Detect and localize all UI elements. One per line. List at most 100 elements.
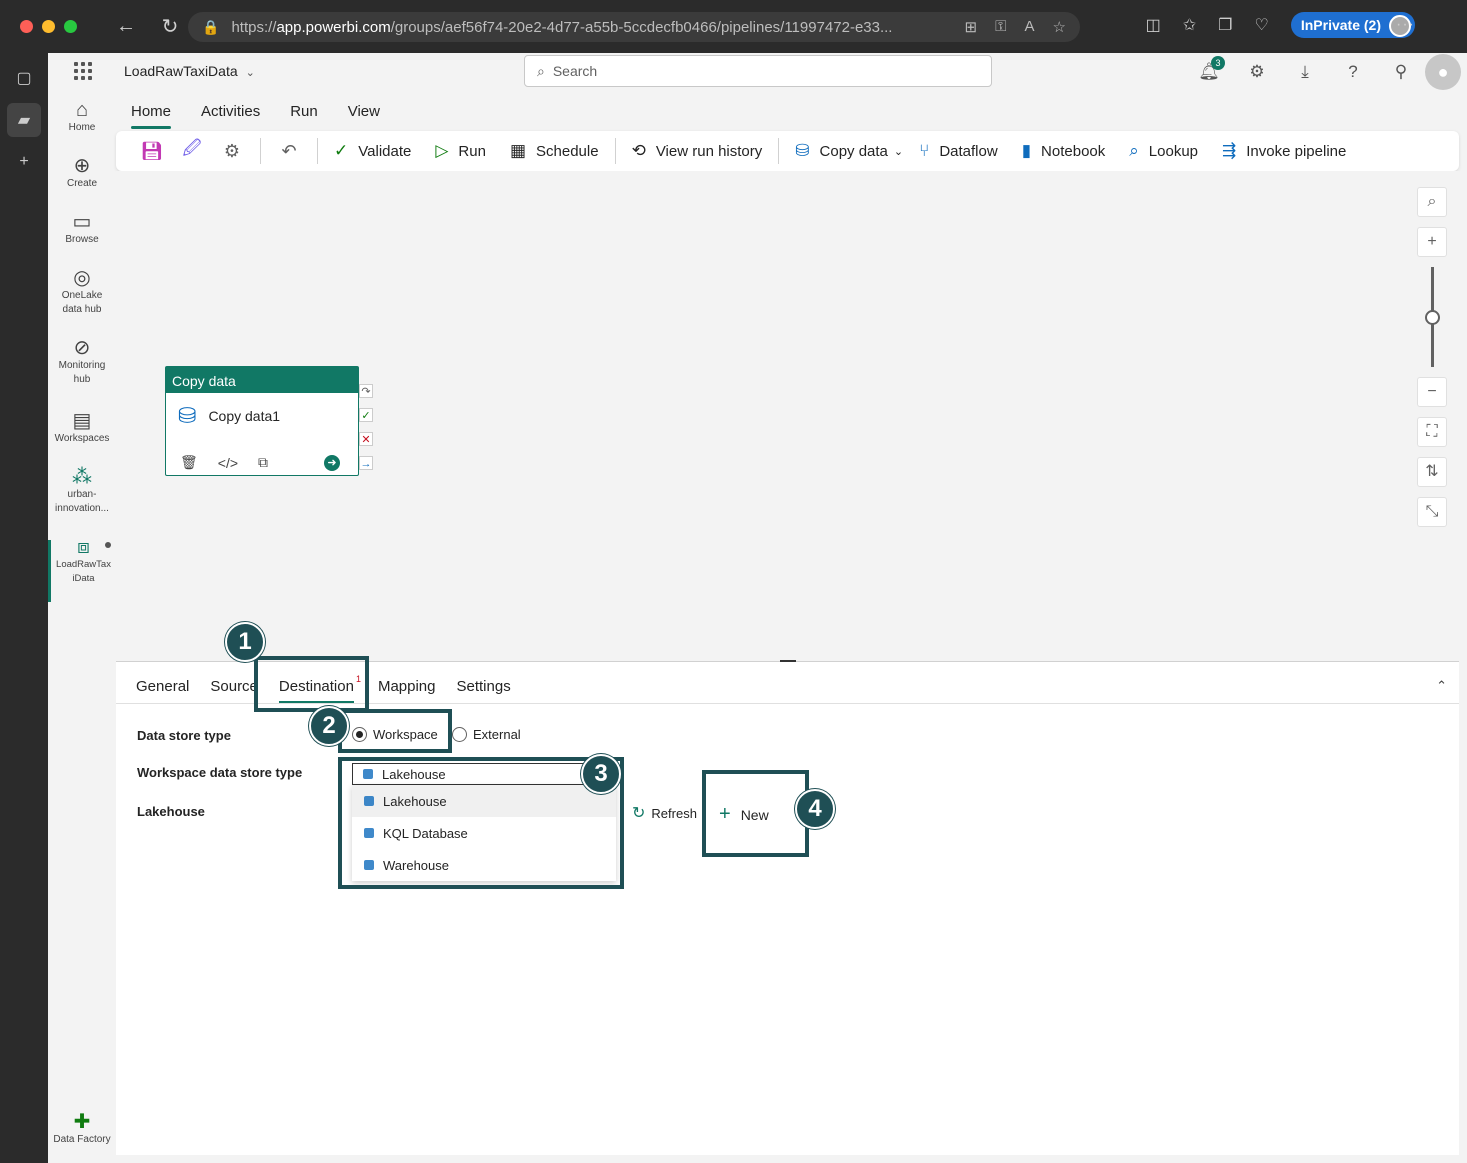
search-input[interactable]: ⌕ Search <box>524 55 992 87</box>
collections-icon[interactable]: ❐ <box>1218 15 1232 35</box>
download-icon[interactable]: ⤓ <box>1281 62 1329 82</box>
auto-align-icon[interactable]: ⇅ <box>1417 457 1447 487</box>
nav-monitoring[interactable]: ⊘ Monitoring hub <box>48 337 116 387</box>
help-icon[interactable]: ? <box>1329 62 1377 82</box>
close-window-button[interactable] <box>20 20 33 33</box>
activity-name: Copy data1 <box>208 408 281 424</box>
notebook-icon: ▮ <box>1021 141 1032 160</box>
nav-browse[interactable]: ▭ Browse <box>48 211 116 247</box>
tab-activities[interactable]: Activities <box>186 91 275 129</box>
settings-gear-icon[interactable]: ⚙ <box>1233 62 1281 82</box>
validate-button[interactable]: ✓ Validate <box>326 135 419 167</box>
undo-icon[interactable]: ↶ <box>269 141 309 162</box>
fail-port-icon[interactable]: ✕ <box>359 432 373 446</box>
dataflow-icon: ⑂ <box>919 141 930 160</box>
history-icon: ⟲ <box>631 141 646 160</box>
reload-icon[interactable]: ↻ <box>155 14 185 39</box>
unsaved-dot <box>105 542 111 548</box>
nav-home[interactable]: ⌂ Home <box>48 100 116 135</box>
notifications-icon[interactable]: 🔔︎ 3 <box>1185 56 1233 82</box>
copy-icon[interactable]: ⧉ <box>258 454 268 471</box>
zoom-in-icon[interactable]: + <box>1417 227 1447 257</box>
url-host: app.powerbi.com <box>276 18 391 36</box>
save-icon[interactable]: 💾︎ <box>132 141 172 162</box>
data-store-type-label: Data store type <box>137 728 231 743</box>
tracking-icon[interactable]: ⊞ <box>965 18 978 36</box>
tab-general[interactable]: General <box>136 678 189 703</box>
notebook-button[interactable]: ▮ Notebook <box>1014 135 1114 167</box>
collapse-icon[interactable]: ⤡ <box>1417 497 1447 527</box>
minimize-window-button[interactable] <box>42 20 55 33</box>
code-icon[interactable]: </> <box>218 455 238 471</box>
address-bar[interactable]: 🔒 https://app.powerbi.com/groups/aef56f7… <box>188 12 1080 42</box>
dataflow-button[interactable]: ⑂ Dataflow <box>911 135 1006 167</box>
save-as-icon[interactable]: 🖉 <box>172 136 212 166</box>
canvas-search-icon[interactable]: ⌕ <box>1417 187 1447 217</box>
split-screen-icon[interactable]: ◫ <box>1146 15 1161 35</box>
ribbon-tabs: Home Activities Run View <box>116 91 395 129</box>
skip-port-icon[interactable]: ↷ <box>359 384 373 398</box>
view-run-history-button[interactable]: ⟲ View run history <box>624 135 771 167</box>
zoom-slider[interactable] <box>1417 267 1447 367</box>
key-icon[interactable]: ⚿ <box>995 18 1006 36</box>
pipeline-canvas[interactable]: Copy data ⛁ Copy data1 🗑︎ </> ⧉ ➜ ↷ ✓ ✕ … <box>116 171 1459 659</box>
app-launcher-icon[interactable] <box>74 62 92 80</box>
nav-create[interactable]: ⊕ Create <box>48 156 116 191</box>
tab-home[interactable]: Home <box>131 91 186 129</box>
active-tab-icon[interactable]: ▰ <box>7 103 41 137</box>
tab-settings[interactable]: Settings <box>457 678 511 703</box>
highlight-box-new-button <box>702 770 809 857</box>
share-feedback-icon[interactable]: ⚲ <box>1377 62 1425 82</box>
tab-source[interactable]: Source <box>210 678 258 703</box>
checkmark-icon: ✓ <box>334 141 349 160</box>
refresh-button[interactable]: ↻ Refresh <box>632 803 697 823</box>
nav-workspace-urban[interactable]: ⁂ urban-innovation... <box>48 467 116 516</box>
back-icon[interactable]: ← <box>111 15 141 38</box>
read-aloud-icon[interactable]: A <box>1025 18 1035 36</box>
nav-data-factory[interactable]: ✚ Data Factory <box>48 1112 116 1147</box>
tab-run[interactable]: Run <box>275 91 333 129</box>
completion-port-icon[interactable]: → <box>359 456 373 470</box>
schedule-label: Schedule <box>536 142 599 160</box>
nav-onelake[interactable]: ◎ OneLake data hub <box>48 268 116 317</box>
item-title-menu[interactable]: LoadRawTaxiData ⌄ <box>124 63 255 79</box>
folder-icon: ▭ <box>72 211 92 233</box>
search-placeholder: Search <box>552 63 598 79</box>
settings-icon[interactable]: ⚙ <box>212 141 252 162</box>
favorites-icon[interactable]: ✩ <box>1183 15 1196 35</box>
run-label: Run <box>458 142 486 160</box>
copy-data-button[interactable]: ⛁ Copy data ⌄ <box>787 135 911 167</box>
run-button[interactable]: ▷ Run <box>427 135 494 167</box>
favorite-star-icon[interactable]: ☆ <box>1053 18 1066 36</box>
notebook-label: Notebook <box>1041 142 1106 160</box>
invoke-pipeline-button[interactable]: ⇶ Invoke pipeline <box>1214 135 1354 167</box>
arrow-right-icon[interactable]: ➜ <box>324 454 340 471</box>
more-options-icon[interactable]: ··· <box>1396 16 1415 34</box>
user-avatar[interactable]: ● <box>1425 54 1461 90</box>
nav-current-pipeline[interactable]: ⧈ LoadRawTaxiData <box>48 537 116 602</box>
schedule-button[interactable]: ▦ Schedule <box>502 135 607 167</box>
maximize-window-button[interactable] <box>64 20 77 33</box>
notification-badge: 3 <box>1211 56 1225 70</box>
tab-actions-icon[interactable]: ▢ <box>7 61 41 95</box>
copy-data-activity[interactable]: Copy data ⛁ Copy data1 🗑︎ </> ⧉ ➜ <box>165 366 359 476</box>
nav-workspaces[interactable]: ▤ Workspaces <box>48 411 116 446</box>
zoom-out-icon[interactable]: − <box>1417 377 1447 407</box>
monitor-icon: ⊘ <box>73 337 91 359</box>
collapse-panel-icon[interactable]: ⌃ <box>1436 678 1447 694</box>
zoom-slider-handle[interactable] <box>1425 310 1440 325</box>
browser-sidebar: ▢ ▰ + <box>0 53 48 1163</box>
fit-to-screen-icon[interactable]: ⛶ <box>1417 417 1447 447</box>
new-tab-icon[interactable]: + <box>7 145 41 179</box>
lookup-label: Lookup <box>1148 142 1199 160</box>
panel-resize-handle[interactable] <box>780 660 796 662</box>
activity-type: Copy data <box>166 367 358 393</box>
health-icon[interactable]: ♡ <box>1255 15 1269 35</box>
play-icon: ▷ <box>435 141 449 160</box>
tab-mapping[interactable]: Mapping <box>378 678 436 703</box>
lookup-button[interactable]: ⌕ Lookup <box>1121 135 1206 167</box>
delete-icon[interactable]: 🗑︎ <box>180 454 198 471</box>
external-radio[interactable]: External <box>452 727 521 742</box>
success-port-icon[interactable]: ✓ <box>359 408 373 422</box>
tab-view[interactable]: View <box>333 91 395 129</box>
